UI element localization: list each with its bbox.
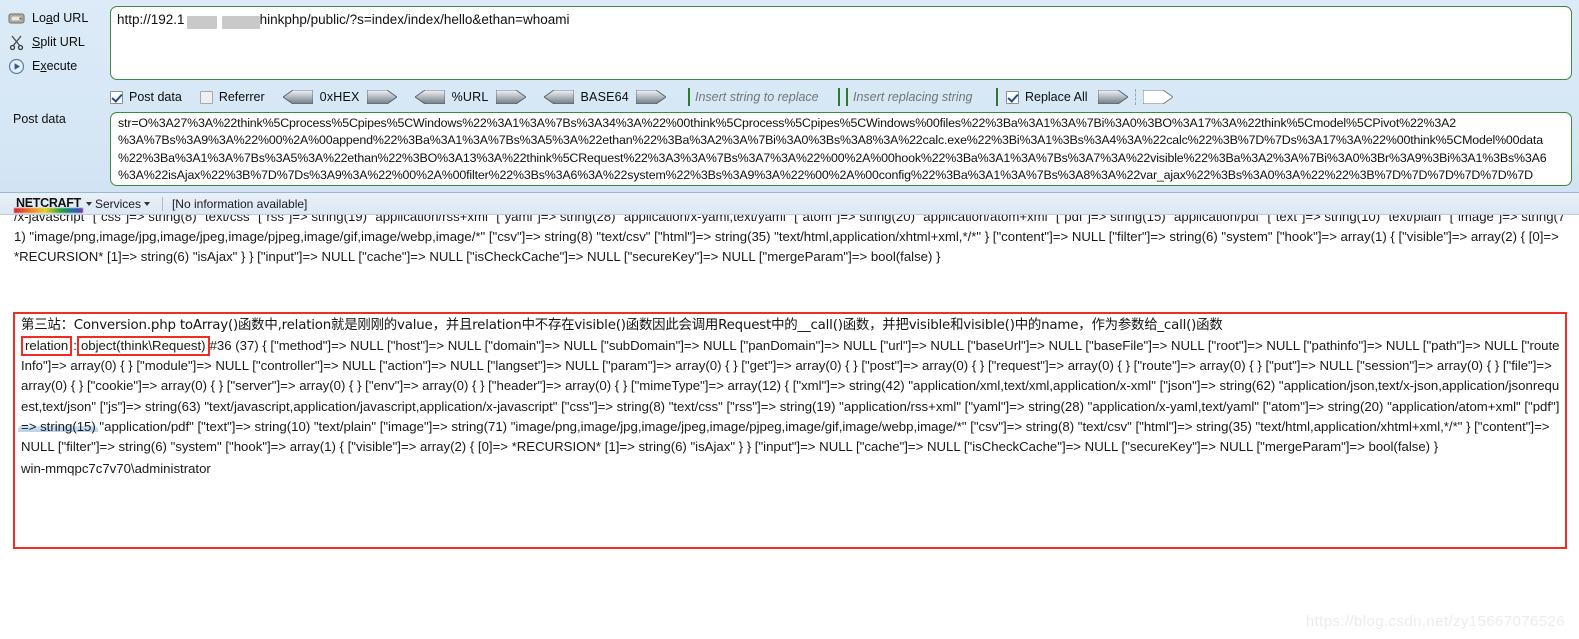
- services-dropdown-icon[interactable]: [143, 201, 150, 206]
- relation-token-highlight: relation: [21, 336, 73, 356]
- hackbar-toolbar: Post data Referrer 0xHEX %URL BASE64 Ins…: [110, 86, 1572, 108]
- toolbar-divider: [1134, 89, 1136, 105]
- execute-icon: [8, 58, 25, 75]
- referrer-checkbox[interactable]: Referrer: [199, 90, 265, 104]
- checkbox-box: [199, 90, 213, 104]
- encoder-label-hex: 0xHEX: [319, 90, 360, 104]
- page-content: /x-javascript" ["css"]=> string(8) "text…: [0, 215, 1579, 639]
- post-data-input[interactable]: str=O%3A27%3A%22think%5Cprocess%5Cpipes%…: [110, 112, 1572, 186]
- url-input[interactable]: http://192.1 hinkphp/public/?s=index/inde…: [110, 6, 1572, 80]
- replace-apply-arrow-icon[interactable]: [1097, 89, 1129, 105]
- encoder-group-base64: BASE64: [542, 89, 667, 105]
- encoder-label-url: %URL: [451, 90, 489, 104]
- whoami-command-output: win-mmqpc7c7v70\administrator: [21, 461, 211, 477]
- post-data-field-label: Post data: [13, 112, 66, 126]
- split-url-icon: [8, 34, 25, 51]
- encode-right-arrow-icon[interactable]: [495, 89, 527, 105]
- netcraft-dropdown-icon[interactable]: [85, 201, 92, 206]
- watermark-text: https://blog.csdn.net/zy15667076526: [1305, 613, 1565, 630]
- replace-search-input[interactable]: [687, 88, 840, 106]
- load-url-icon: [8, 10, 25, 27]
- post-data-checkbox[interactable]: Post data: [110, 90, 182, 104]
- hackbar-panel: Load URL Split URL Execute Post data htt…: [0, 0, 1579, 193]
- toolbar-divider: [161, 196, 163, 211]
- netcraft-toolbar: NETCRAFT Services [No information availa…: [0, 193, 1579, 215]
- annotation-chinese-note: 第三站：Conversion.php toArray()函数中,relation…: [21, 318, 1223, 333]
- encoder-group-hex: 0xHEX: [281, 89, 398, 105]
- post-data-line: %3A%22isAjax%22%3B%7D%7Ds%3A9%3A%22%00%2…: [118, 168, 1533, 183]
- top-var-dump-text: /x-javascript" ["css"]=> string(8) "text…: [14, 215, 1566, 265]
- encode-right-arrow-icon[interactable]: [635, 89, 667, 105]
- highlighted-analysis-box: 第三站：Conversion.php toArray()函数中,relation…: [13, 312, 1567, 549]
- decode-left-arrow-icon[interactable]: [413, 89, 445, 105]
- url-redaction: [185, 13, 260, 30]
- url-suffix: hinkphp/public/?s=index/index/hello&etha…: [259, 12, 570, 27]
- netcraft-services-menu[interactable]: Services: [95, 197, 141, 211]
- overflow-arrow-icon[interactable]: [1142, 89, 1174, 105]
- split-url-button[interactable]: Split URL: [8, 31, 85, 53]
- netcraft-rainbow-underline: [14, 208, 83, 213]
- encoder-label-base64: BASE64: [580, 90, 629, 104]
- main-var-dump-text: #36 (37) { ["method"]=> NULL ["host"]=> …: [21, 338, 1560, 455]
- decode-left-arrow-icon[interactable]: [281, 89, 314, 105]
- decode-left-arrow-icon[interactable]: [542, 89, 574, 105]
- checkbox-box: [1005, 90, 1019, 104]
- replace-all-checkbox[interactable]: Replace All: [1005, 90, 1088, 104]
- post-data-line: %22%3Ba%3A1%3A%7Bs%3A5%3A%22ethan%22%3BO…: [118, 150, 1547, 165]
- url-text: http://192.1 hinkphp/public/?s=index/inde…: [117, 11, 570, 30]
- post-data-line: str=O%3A27%3A%22think%5Cprocess%5Cpipes%…: [118, 116, 1456, 130]
- split-url-label: Split URL: [32, 35, 85, 49]
- netcraft-logo[interactable]: NETCRAFT: [14, 196, 83, 213]
- encode-right-arrow-icon[interactable]: [366, 89, 398, 105]
- referrer-checkbox-label: Referrer: [218, 90, 265, 104]
- hackbar-action-column: Load URL Split URL Execute Post data: [0, 0, 108, 193]
- netcraft-status-text: [No information available]: [171, 196, 308, 211]
- main-var-dump-output: relation: object(think\Request) #36 (37) {…: [21, 336, 1561, 457]
- checkbox-box: [110, 90, 123, 104]
- object-token-highlight: object(think\Request): [76, 336, 210, 356]
- replace-all-label: Replace All: [1024, 90, 1088, 104]
- execute-button[interactable]: Execute: [8, 55, 77, 77]
- replace-with-input[interactable]: [845, 88, 998, 106]
- load-url-button[interactable]: Load URL: [8, 7, 88, 29]
- load-url-label: Load URL: [32, 11, 89, 25]
- encoder-group-url: %URL: [413, 89, 527, 105]
- top-var-dump-output: /x-javascript" ["css"]=> string(8) "text…: [14, 215, 1566, 268]
- execute-label: Execute: [32, 59, 78, 73]
- post-data-checkbox-label: Post data: [129, 90, 182, 104]
- url-prefix: http://192.1: [117, 12, 185, 27]
- post-data-line: %3A%7Bs%3A9%3A%22%00%2A%00append%22%3Ba%…: [118, 133, 1543, 148]
